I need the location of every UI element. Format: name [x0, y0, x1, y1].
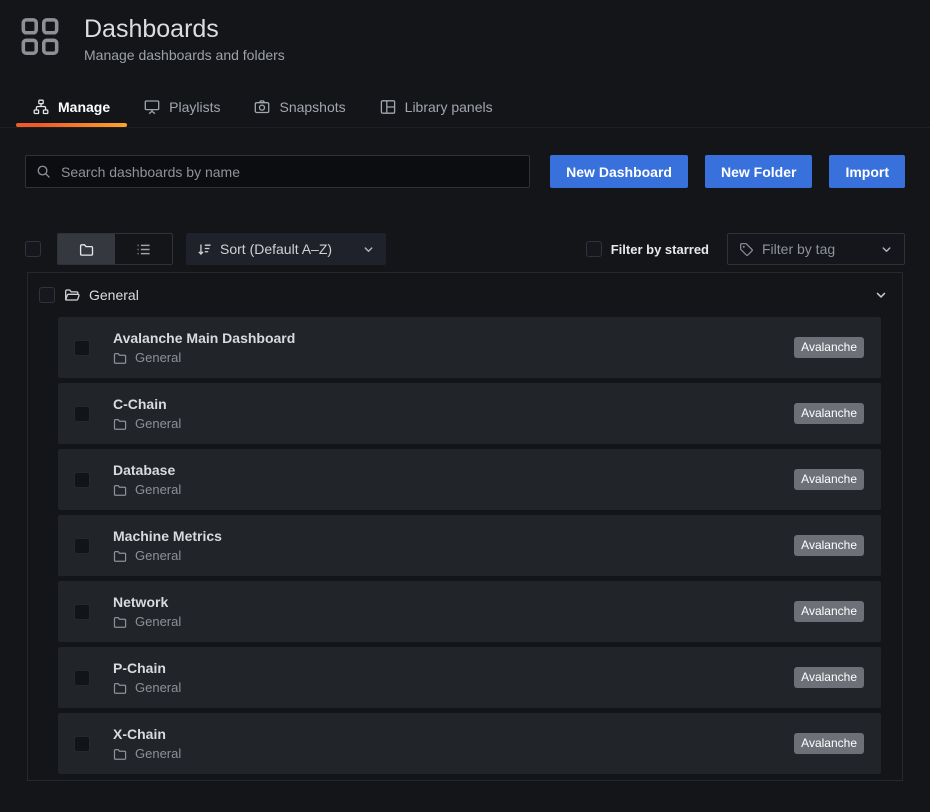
search-results-container: General Avalanche Main Dashboard General… [27, 272, 903, 781]
dashboard-folder-label: General [135, 548, 181, 563]
tab-playlists[interactable]: Playlists [127, 87, 237, 127]
dashboard-list: Avalanche Main Dashboard General Avalanc… [28, 317, 902, 774]
page-header: Dashboards Manage dashboards and folders [0, 0, 930, 63]
folder-icon [113, 483, 127, 497]
dashboard-row[interactable]: X-Chain General Avalanche [58, 713, 881, 774]
folder-open-icon [64, 287, 80, 303]
dashboard-title[interactable]: Machine Metrics [113, 528, 222, 544]
tag-badge[interactable]: Avalanche [794, 601, 864, 622]
filter-starred-checkbox[interactable] [586, 241, 602, 257]
dashboard-folder-label: General [135, 416, 181, 431]
dashboard-row[interactable]: Machine Metrics General Avalanche [58, 515, 881, 576]
folder-name: General [89, 287, 139, 303]
search-input[interactable] [59, 163, 519, 181]
dashboard-row[interactable]: Database General Avalanche [58, 449, 881, 510]
tab-library-panels-label: Library panels [405, 99, 493, 115]
dashboard-row[interactable]: C-Chain General Avalanche [58, 383, 881, 444]
tab-playlists-label: Playlists [169, 99, 220, 115]
dashboard-folder-label: General [135, 482, 181, 497]
folder-icon [113, 549, 127, 563]
dashboard-title[interactable]: P-Chain [113, 660, 181, 676]
chevron-down-icon [880, 243, 893, 256]
presentation-icon [144, 99, 160, 115]
dashboard-folder-label: General [135, 680, 181, 695]
new-folder-button[interactable]: New Folder [705, 155, 812, 188]
folder-checkbox[interactable] [39, 287, 55, 303]
page-title: Dashboards [84, 15, 285, 43]
tag-badge[interactable]: Avalanche [794, 535, 864, 556]
row-checkbox[interactable] [74, 670, 90, 686]
folder-icon [113, 417, 127, 431]
sort-dropdown-value: Sort (Default A–Z) [220, 241, 332, 257]
dashboard-title[interactable]: Database [113, 462, 181, 478]
tag-badge[interactable]: Avalanche [794, 733, 864, 754]
chevron-down-icon[interactable] [874, 288, 888, 302]
import-button[interactable]: Import [829, 155, 905, 188]
tag-badge[interactable]: Avalanche [794, 337, 864, 358]
dashboard-row[interactable]: P-Chain General Avalanche [58, 647, 881, 708]
sort-amount-down-icon [197, 242, 212, 257]
folder-icon [79, 242, 94, 257]
apps-icon [20, 16, 60, 58]
page-subtitle: Manage dashboards and folders [84, 47, 285, 63]
folder-icon [113, 681, 127, 695]
tab-bar: Manage Playlists Snapshots Library [0, 87, 930, 128]
row-checkbox[interactable] [74, 340, 90, 356]
filter-tag-dropdown[interactable]: Filter by tag [727, 233, 905, 265]
camera-icon [254, 99, 270, 115]
dashboard-row[interactable]: Avalanche Main Dashboard General Avalanc… [58, 317, 881, 378]
row-checkbox[interactable] [74, 406, 90, 422]
filter-starred-label[interactable]: Filter by starred [611, 242, 709, 257]
folder-icon [113, 615, 127, 629]
new-dashboard-button[interactable]: New Dashboard [550, 155, 688, 188]
library-panel-icon [380, 99, 396, 115]
search-icon [36, 164, 51, 179]
view-mode-toggle [57, 233, 173, 265]
list-view-button[interactable] [115, 234, 172, 264]
dashboard-title[interactable]: Avalanche Main Dashboard [113, 330, 295, 346]
dashboard-folder-label: General [135, 614, 181, 629]
dashboard-row[interactable]: Network General Avalanche [58, 581, 881, 642]
tag-icon [739, 242, 754, 257]
chevron-down-icon [362, 243, 375, 256]
tab-manage-label: Manage [58, 99, 110, 115]
tab-library-panels[interactable]: Library panels [363, 87, 510, 127]
sitemap-icon [33, 99, 49, 115]
tag-badge[interactable]: Avalanche [794, 667, 864, 688]
actions-row: New Dashboard New Folder Import [25, 155, 905, 188]
folder-icon [113, 747, 127, 761]
row-checkbox[interactable] [74, 538, 90, 554]
search-box [25, 155, 530, 188]
dashboard-title[interactable]: C-Chain [113, 396, 181, 412]
filter-tag-placeholder: Filter by tag [762, 241, 835, 257]
tag-badge[interactable]: Avalanche [794, 469, 864, 490]
tab-manage[interactable]: Manage [16, 87, 127, 127]
sort-dropdown[interactable]: Sort (Default A–Z) [186, 233, 386, 265]
folder-section-general[interactable]: General [28, 273, 902, 317]
row-checkbox[interactable] [74, 472, 90, 488]
tag-badge[interactable]: Avalanche [794, 403, 864, 424]
row-checkbox[interactable] [74, 736, 90, 752]
toolbar: Sort (Default A–Z) Filter by starred Fil… [25, 233, 905, 265]
select-all-checkbox[interactable] [25, 241, 41, 257]
row-checkbox[interactable] [74, 604, 90, 620]
folder-view-button[interactable] [58, 234, 115, 264]
dashboard-title[interactable]: Network [113, 594, 181, 610]
dashboard-title[interactable]: X-Chain [113, 726, 181, 742]
tab-snapshots-label: Snapshots [279, 99, 345, 115]
list-icon [136, 242, 151, 257]
dashboard-folder-label: General [135, 746, 181, 761]
tab-snapshots[interactable]: Snapshots [237, 87, 362, 127]
dashboard-folder-label: General [135, 350, 181, 365]
folder-icon [113, 351, 127, 365]
